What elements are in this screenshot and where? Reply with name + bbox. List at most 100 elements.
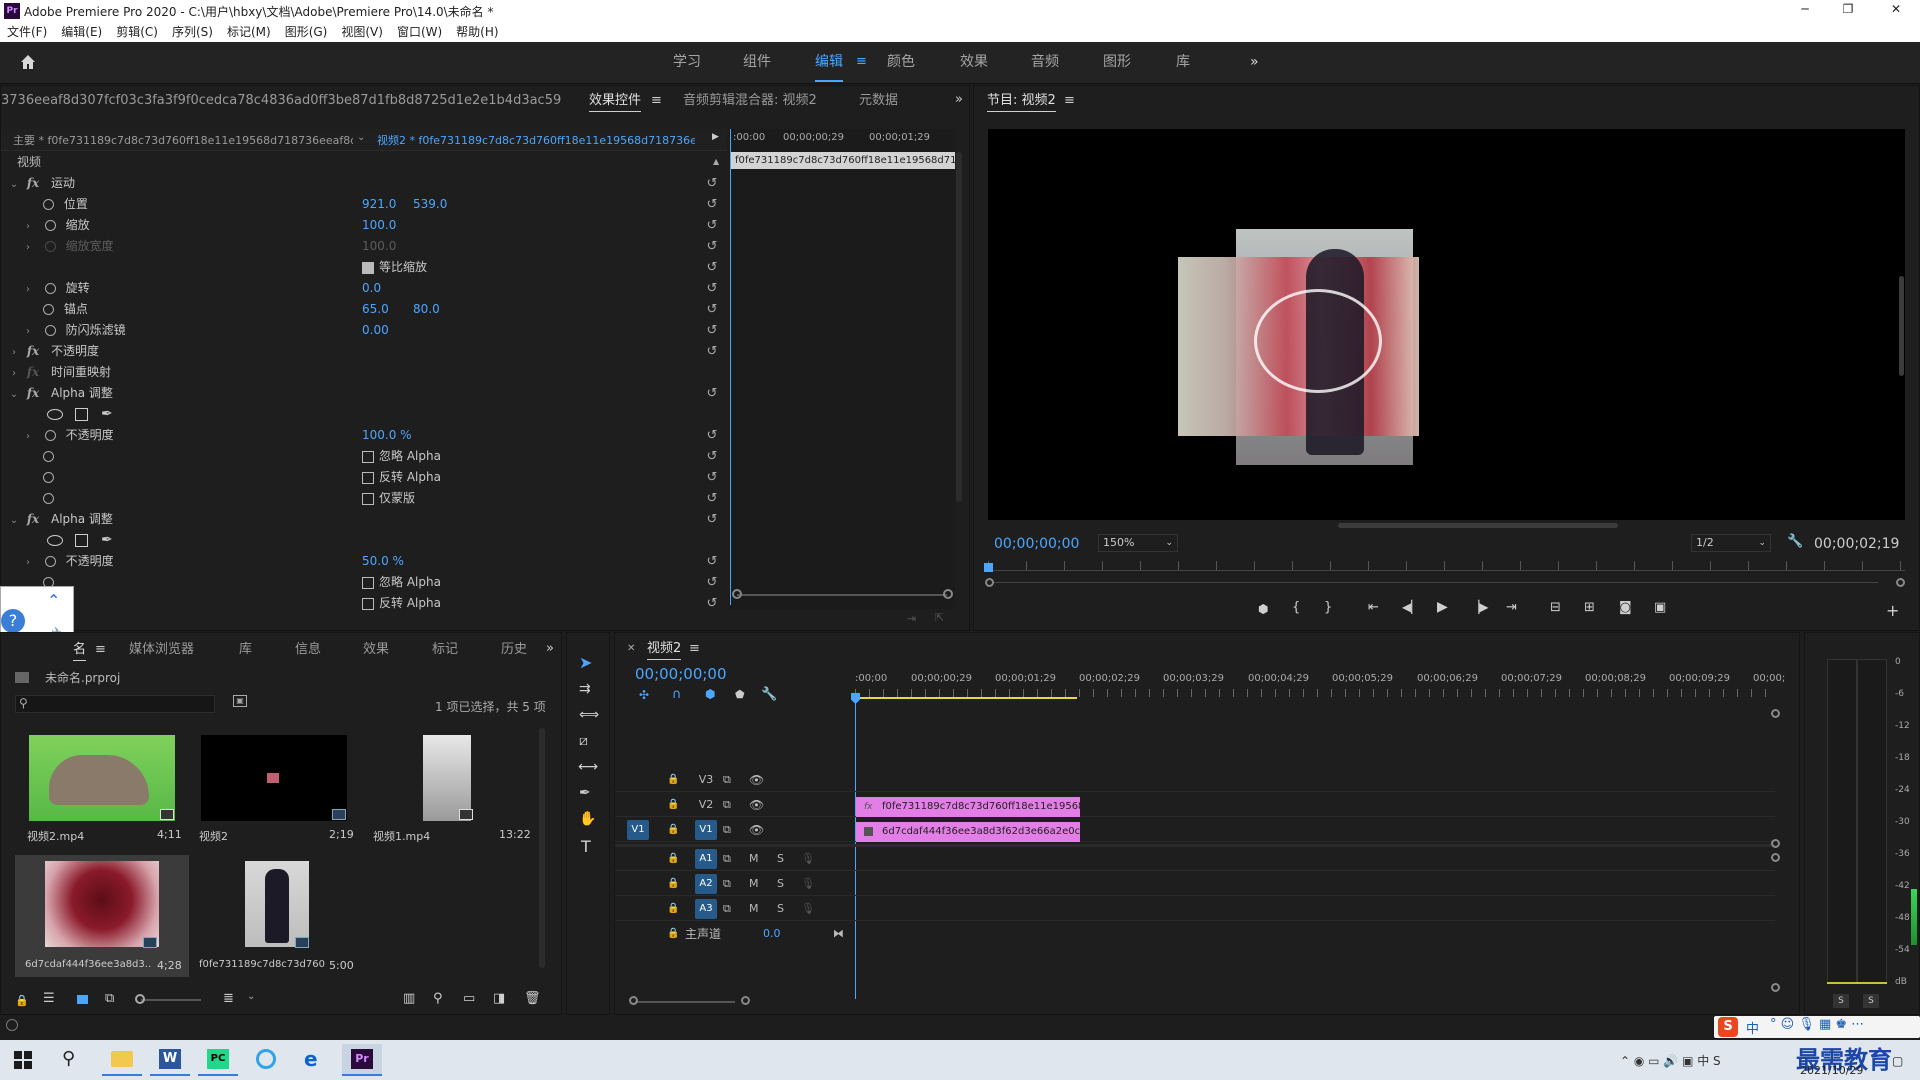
- tab-info[interactable]: 信息: [295, 635, 321, 665]
- menu-view[interactable]: 视图(V): [334, 22, 390, 42]
- collapse-up-icon[interactable]: ⌃: [47, 591, 60, 610]
- edge-icon[interactable]: e: [294, 1044, 334, 1076]
- scale-value[interactable]: 100.0: [362, 215, 396, 236]
- lift-icon[interactable]: ⊟: [1550, 600, 1561, 615]
- mini-playhead[interactable]: [730, 129, 731, 605]
- reset-icon[interactable]: ↺: [705, 471, 719, 485]
- workspace-graphics[interactable]: 图形: [1103, 42, 1131, 82]
- minimize-button[interactable]: ─: [1795, 2, 1815, 16]
- go-to-out-icon[interactable]: ⇥: [1506, 600, 1517, 615]
- new-bin-icon[interactable]: ▭: [463, 991, 475, 1006]
- step-back-icon[interactable]: ◀▏: [1402, 600, 1420, 614]
- track-label[interactable]: A3: [695, 899, 717, 919]
- mini-scroll-track[interactable]: [737, 594, 947, 596]
- workspace-libraries[interactable]: 库: [1176, 42, 1190, 82]
- sync-lock-icon[interactable]: ⧉: [723, 897, 731, 921]
- stopwatch-icon[interactable]: [44, 283, 56, 294]
- marker-icon[interactable]: ⬟: [735, 688, 745, 701]
- horizontal-scroll-track[interactable]: [635, 1001, 735, 1003]
- reset-icon[interactable]: ↺: [705, 345, 719, 359]
- rectangle-mask-icon[interactable]: [75, 408, 88, 421]
- reset-icon[interactable]: ↺: [705, 387, 719, 401]
- master-clip-label[interactable]: 主要 * f0fe731189c7d8c73d760ff18e11e19568d…: [13, 132, 353, 148]
- timeline-settings-icon[interactable]: 🔧: [761, 687, 777, 702]
- program-scrub-bar[interactable]: [992, 582, 1878, 583]
- sync-lock-icon[interactable]: ⧉: [723, 872, 731, 896]
- sequence-clip-label[interactable]: 视频2 * f0fe731189c7d8c73d760ff18e11e19568…: [377, 132, 695, 148]
- word-icon[interactable]: W: [150, 1044, 190, 1076]
- track-label[interactable]: V3: [695, 768, 717, 792]
- workspace-learning[interactable]: 学习: [673, 42, 701, 82]
- pen-tool-icon[interactable]: ✒: [579, 785, 591, 801]
- track-label[interactable]: V2: [695, 793, 717, 817]
- maximize-button[interactable]: ❐: [1838, 2, 1858, 16]
- rotation-value[interactable]: 0.0: [362, 278, 381, 299]
- clip-v2[interactable]: fx f0fe731189c7d8c73d760ff18e11e19568d71…: [856, 797, 1080, 817]
- program-title[interactable]: 节目: 视频2: [987, 86, 1056, 116]
- effect-tab-menu-icon[interactable]: ≡: [651, 93, 662, 108]
- mute-button[interactable]: M: [749, 872, 759, 896]
- workspace-color[interactable]: 颜色: [887, 42, 915, 82]
- snap-icon[interactable]: ✣: [639, 688, 649, 702]
- program-menu-icon[interactable]: ≡: [1064, 93, 1075, 108]
- effect-group-alpha-1[interactable]: ⌄ fx Alpha 调整 ↺: [1, 383, 718, 405]
- ime-mode[interactable]: 中: [1746, 1018, 1759, 1037]
- stopwatch-icon[interactable]: [43, 451, 54, 462]
- fx-icon[interactable]: fx: [27, 512, 39, 526]
- sync-lock-icon[interactable]: ⧉: [723, 818, 731, 842]
- add-marker-icon[interactable]: ⬢: [705, 687, 715, 701]
- position-x-value[interactable]: 921.0: [362, 194, 396, 215]
- reset-icon[interactable]: ↺: [705, 261, 719, 275]
- tab-markers[interactable]: 标记: [432, 635, 458, 665]
- menu-help[interactable]: 帮助(H): [449, 22, 505, 42]
- comparison-view-icon[interactable]: ▣: [1654, 600, 1666, 615]
- program-ruler[interactable]: [988, 561, 1905, 571]
- program-vertical-scrollbar[interactable]: [1899, 276, 1904, 376]
- menu-sequence[interactable]: 序列(S): [165, 22, 220, 42]
- track-lock-icon[interactable]: 🔒: [667, 872, 679, 896]
- reset-icon[interactable]: ↺: [705, 597, 719, 611]
- fx-icon[interactable]: fx: [27, 344, 39, 358]
- chevron-right-icon[interactable]: ›: [23, 552, 33, 573]
- reset-icon[interactable]: ↺: [705, 513, 719, 527]
- rectangle-mask-icon[interactable]: [75, 534, 88, 547]
- timeline-menu-icon[interactable]: ≡: [689, 641, 700, 656]
- export-frame-icon[interactable]: ◙: [1619, 600, 1632, 615]
- workspace-effects[interactable]: 效果: [960, 42, 988, 82]
- viewer-scrollbar[interactable]: [1338, 523, 1618, 528]
- track-lock-icon[interactable]: 🔒: [667, 818, 679, 842]
- premiere-taskbar-icon[interactable]: Pr: [342, 1044, 382, 1076]
- tab-libraries[interactable]: 库: [239, 635, 252, 665]
- project-item[interactable]: 视频2.mp4 4;11: [15, 733, 185, 853]
- export-icon[interactable]: ⇱: [935, 611, 944, 624]
- track-lock-icon[interactable]: 🔒: [667, 922, 679, 946]
- icon-view-icon[interactable]: [77, 995, 88, 1004]
- reset-icon[interactable]: ↺: [705, 324, 719, 338]
- chevron-down-icon[interactable]: ⌄: [9, 384, 19, 405]
- selection-tool-icon[interactable]: ➤: [579, 653, 592, 672]
- reset-icon[interactable]: ↺: [705, 282, 719, 296]
- automate-sequence-icon[interactable]: ▥: [403, 991, 415, 1006]
- pen-mask-icon[interactable]: ✒: [101, 404, 113, 425]
- video-scroll-handle[interactable]: [1771, 839, 1780, 848]
- clip-v1[interactable]: 6d7cdaf444f36ee3a8d3f62d3e66a2e0c376c736: [856, 822, 1080, 842]
- effect-scrollbar[interactable]: [956, 152, 962, 502]
- workspace-assembly[interactable]: 组件: [743, 42, 771, 82]
- reset-icon[interactable]: ↺: [705, 177, 719, 191]
- file-explorer-icon[interactable]: [102, 1044, 142, 1076]
- slip-tool-icon[interactable]: ⟷: [578, 759, 598, 775]
- extract-icon[interactable]: ⊞: [1584, 600, 1595, 615]
- scrub-handle-left[interactable]: [985, 578, 994, 587]
- lock-icon[interactable]: 🔒: [15, 994, 29, 1007]
- horizontal-scroll-handle[interactable]: [741, 996, 750, 1005]
- reset-icon[interactable]: ↺: [705, 219, 719, 233]
- track-label[interactable]: V1: [695, 820, 717, 840]
- master-value[interactable]: 0.0: [763, 922, 781, 946]
- tab-project[interactable]: 名: [73, 635, 87, 665]
- ripple-edit-tool-icon[interactable]: ⟺: [579, 707, 599, 723]
- program-playhead[interactable]: [984, 563, 993, 572]
- menu-graphics[interactable]: 图形(G): [278, 22, 335, 42]
- solo-right-button[interactable]: S: [1863, 994, 1879, 1008]
- solo-left-button[interactable]: S: [1833, 994, 1849, 1008]
- new-bin-from-search-icon[interactable]: ▣: [233, 695, 247, 707]
